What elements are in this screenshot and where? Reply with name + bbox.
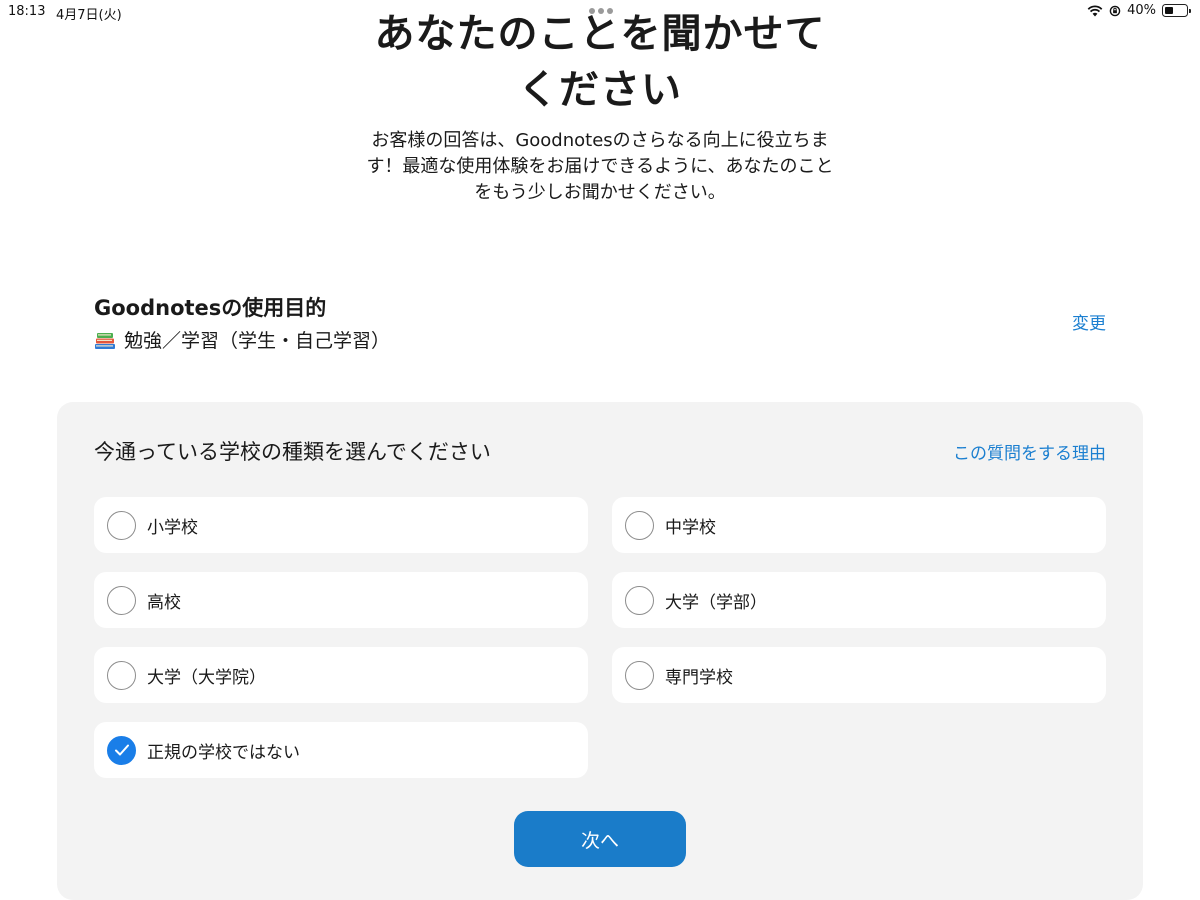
question-title: 今通っている学校の種類を選んでください <box>94 440 491 464</box>
radio-icon[interactable] <box>625 660 654 690</box>
purpose-value-label: 勉強／学習（学生・自己学習） <box>124 330 391 352</box>
next-button[interactable]: 次へ <box>514 811 686 867</box>
status-date: 4月7日(火) <box>56 8 122 23</box>
option-label: 正規の学校ではない <box>147 742 300 763</box>
option-high-school[interactable]: 高校 <box>94 572 588 628</box>
orientation-lock-icon <box>1109 5 1121 17</box>
option-label: 大学（学部） <box>665 592 767 613</box>
page-title: あなたのことを聞かせて ください <box>300 6 900 118</box>
status-time: 18:13 <box>8 4 46 19</box>
page-subtitle-line-2: す！最適な使用体験をお届けできるように、あなたのこと <box>366 156 834 177</box>
page-subtitle-line-1: お客様の回答は、Goodnotesのさらなる向上に役立ちま <box>371 130 829 151</box>
school-type-card: 今通っている学校の種類を選んでください この質問をする理由 小学校 中学校 高校… <box>57 402 1143 900</box>
option-label: 専門学校 <box>665 667 733 688</box>
purpose-value: 勉強／学習（学生・自己学習） <box>94 326 390 353</box>
radio-checked-icon[interactable] <box>107 735 136 765</box>
radio-icon[interactable] <box>107 660 136 690</box>
option-junior-high-school[interactable]: 中学校 <box>612 497 1106 553</box>
option-label: 小学校 <box>147 517 198 538</box>
why-ask-link[interactable]: この質問をする理由 <box>953 439 1106 464</box>
option-label: 大学（大学院） <box>147 667 266 688</box>
radio-icon[interactable] <box>625 585 654 615</box>
option-university-undergrad[interactable]: 大学（学部） <box>612 572 1106 628</box>
option-label: 高校 <box>147 592 181 613</box>
battery-percent: 40% <box>1127 3 1156 18</box>
change-purpose-link[interactable]: 変更 <box>1072 309 1106 334</box>
purpose-heading: Goodnotesの使用目的 <box>94 296 327 320</box>
option-label: 中学校 <box>665 517 716 538</box>
page-title-line-2: ください <box>518 67 682 113</box>
radio-icon[interactable] <box>107 510 136 540</box>
option-graduate-school[interactable]: 大学（大学院） <box>94 647 588 703</box>
page-subtitle: お客様の回答は、Goodnotesのさらなる向上に役立ちま す！最適な使用体験を… <box>330 128 870 206</box>
wifi-icon <box>1087 5 1103 17</box>
page-title-line-1: あなたのことを聞かせて <box>374 11 826 57</box>
page-subtitle-line-3: をもう少しお聞かせください。 <box>474 182 726 203</box>
status-indicators: 40% <box>1087 3 1191 18</box>
option-elementary-school[interactable]: 小学校 <box>94 497 588 553</box>
books-icon <box>94 330 116 350</box>
radio-icon[interactable] <box>625 510 654 540</box>
radio-icon[interactable] <box>107 585 136 615</box>
option-vocational-school[interactable]: 専門学校 <box>612 647 1106 703</box>
option-not-formal-school[interactable]: 正規の学校ではない <box>94 722 588 778</box>
battery-icon <box>1162 4 1191 17</box>
